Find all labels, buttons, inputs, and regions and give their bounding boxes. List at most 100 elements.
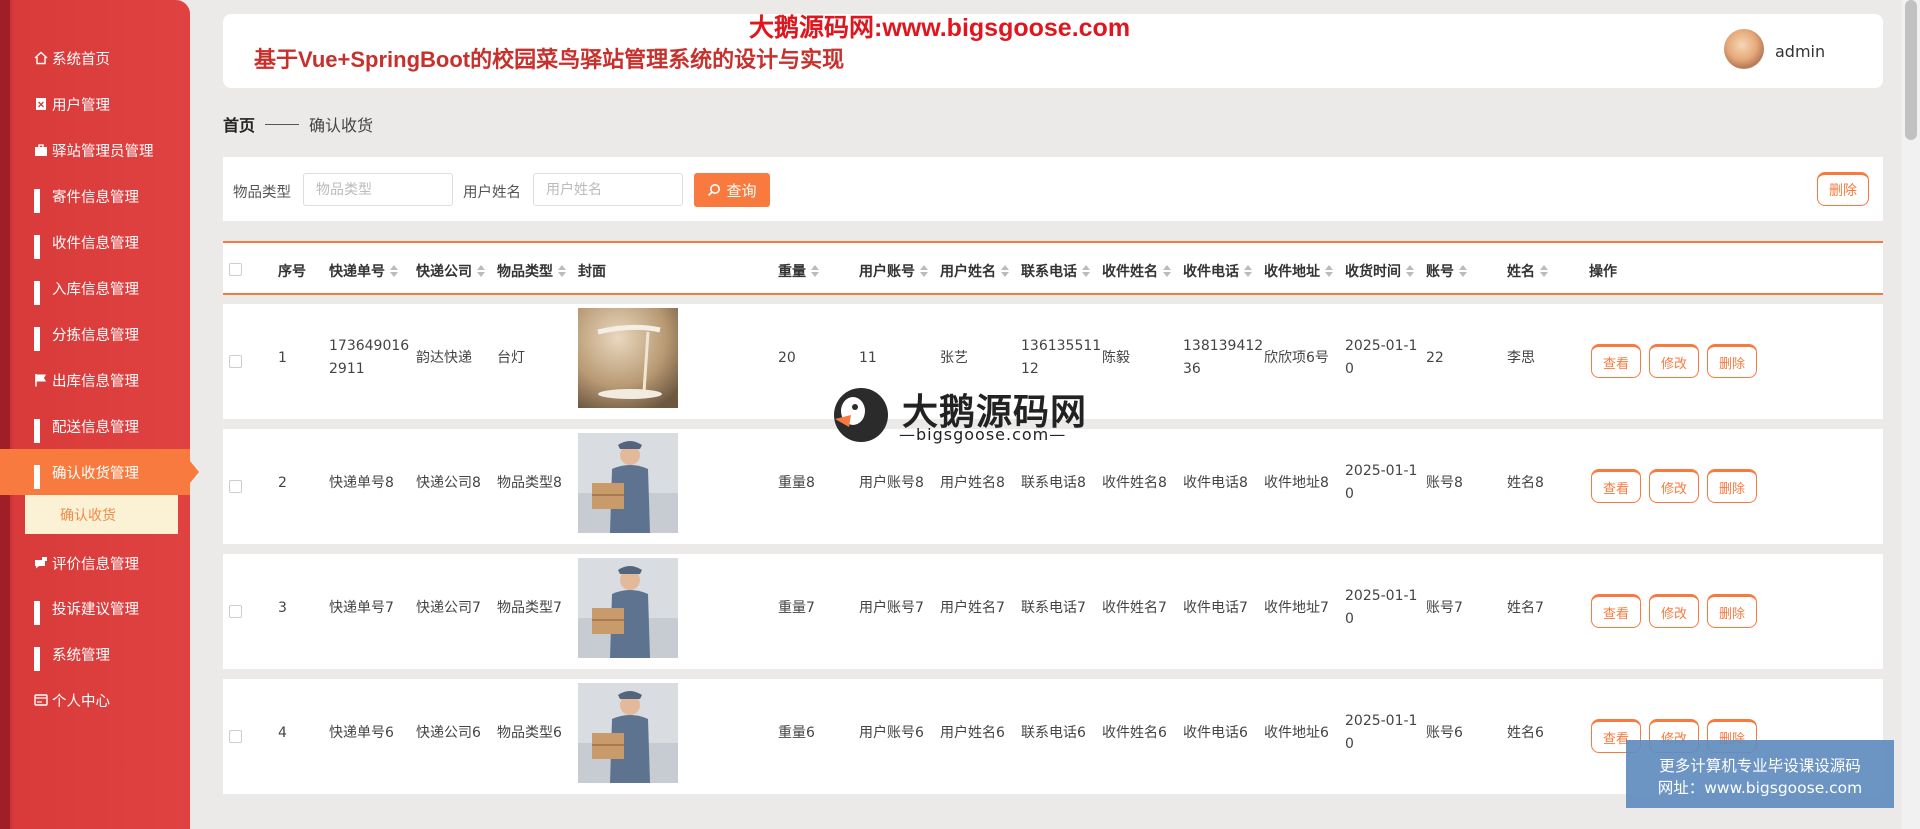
sort-icon[interactable] — [1325, 265, 1333, 277]
cell-time: 2025-01-1 0 — [1345, 585, 1417, 631]
admin-username[interactable]: admin — [1775, 42, 1825, 61]
sidebar-item-5[interactable]: 入库信息管理 — [34, 277, 139, 305]
sidebar-item-6[interactable]: 分拣信息管理 — [34, 323, 139, 351]
sidebar-item-1[interactable]: 用户管理 — [34, 93, 110, 115]
sidebar-item-7[interactable]: 出库信息管理 — [34, 369, 139, 391]
column-header-label: 物品类型 — [497, 264, 553, 280]
sidebar-item-12[interactable]: 系统管理 — [34, 643, 110, 671]
view-button[interactable]: 查看 — [1591, 344, 1641, 378]
sort-icon[interactable] — [1001, 265, 1009, 277]
cover-image-courier[interactable] — [578, 683, 678, 783]
cell-account-text: 用户账号6 — [859, 725, 924, 741]
sort-icon[interactable] — [811, 265, 819, 277]
column-header-8[interactable]: 联系电话 — [1021, 261, 1090, 281]
edit-button[interactable]: 修改 — [1649, 344, 1699, 378]
cover-image-lamp[interactable] — [578, 308, 678, 408]
column-header-5[interactable]: 重量 — [778, 261, 819, 281]
goose-logo-icon — [834, 388, 888, 442]
sidebar-item-11[interactable]: 投诉建议管理 — [34, 597, 139, 625]
grid-icon — [34, 235, 48, 259]
sort-icon[interactable] — [1459, 265, 1467, 277]
query-button[interactable]: 查询 — [694, 173, 770, 207]
page-scrollbar-thumb[interactable] — [1905, 0, 1917, 140]
column-header-7[interactable]: 用户姓名 — [940, 261, 1009, 281]
column-header-1[interactable]: 快递单号 — [329, 261, 398, 281]
cover-image-courier[interactable] — [578, 558, 678, 658]
delete-button[interactable]: 删除 — [1707, 469, 1757, 503]
sidebar-item-13[interactable]: 个人中心 — [34, 689, 110, 711]
sidebar-item-4[interactable]: 收件信息管理 — [34, 231, 139, 259]
delete-button[interactable]: 删除 — [1707, 594, 1757, 628]
grid-icon — [34, 327, 48, 351]
watermark-box-line1: 更多计算机专业毕设课设源码 — [1659, 757, 1861, 775]
sidebar-item-9[interactable]: 确认收货管理 — [34, 461, 139, 489]
search-bar: 物品类型 用户姓名 查询 删除 — [223, 157, 1883, 221]
sort-icon[interactable] — [1406, 265, 1414, 277]
cell-account-text: 用户账号8 — [859, 475, 924, 491]
cell-name-text: 用户姓名6 — [940, 725, 1005, 741]
sidebar-item-label: 系统管理 — [52, 647, 110, 664]
cell-time-text: 0 — [1345, 736, 1354, 752]
cell-rphone: 138139412 36 — [1183, 335, 1263, 381]
sidebar-item-3[interactable]: 寄件信息管理 — [34, 185, 139, 213]
sort-icon[interactable] — [1244, 265, 1252, 277]
cell-rname: 收件姓名7 — [1102, 597, 1167, 620]
column-header-label: 用户账号 — [859, 264, 915, 280]
item-type-input[interactable] — [303, 173, 453, 206]
sidebar-item-10[interactable]: 评价信息管理 — [34, 552, 139, 574]
delete-button[interactable]: 删除 — [1707, 344, 1757, 378]
sidebar-subitem-confirm-receipt[interactable]: 确认收货 — [25, 495, 178, 534]
cell-acct-text: 账号7 — [1426, 600, 1463, 616]
column-header-6[interactable]: 用户账号 — [859, 261, 928, 281]
sort-icon[interactable] — [1163, 265, 1171, 277]
watermark-top: 大鹅源码网:www.bigsgoose.com — [749, 14, 1131, 42]
column-header-2[interactable]: 快递公司 — [416, 261, 485, 281]
table-row[interactable]: 3 快递单号7 快递公司7 物品类型7 重量7 用户账号7 用户姓名7 联系电话7 收件姓名7 收… — [223, 554, 1883, 669]
cell-time-text: 2025-01-1 — [1345, 463, 1418, 479]
sort-icon[interactable] — [477, 265, 485, 277]
edit-button[interactable]: 修改 — [1649, 469, 1699, 503]
cell-weight-text: 重量7 — [778, 600, 815, 616]
breadcrumb-home[interactable]: 首页 — [223, 112, 255, 136]
column-header-0: 序号 — [278, 261, 306, 281]
row-checkbox[interactable] — [229, 355, 242, 368]
edit-button[interactable]: 修改 — [1649, 594, 1699, 628]
cell-rphone: 收件电话7 — [1183, 597, 1248, 620]
sort-icon[interactable] — [558, 265, 566, 277]
avatar[interactable] — [1724, 29, 1764, 69]
sort-icon[interactable] — [920, 265, 928, 277]
cell-type-text: 物品类型6 — [497, 725, 562, 741]
cell-account: 用户账号8 — [859, 472, 924, 495]
cell-phone-text: 12 — [1021, 361, 1039, 377]
user-name-input[interactable] — [533, 173, 683, 206]
cell-type-text: 物品类型8 — [497, 475, 562, 491]
cell-tracking-text: 快递单号6 — [329, 725, 394, 741]
column-header-11[interactable]: 收件地址 — [1264, 261, 1333, 281]
batch-delete-button[interactable]: 删除 — [1817, 172, 1869, 206]
sidebar-item-0[interactable]: 系统首页 — [34, 47, 110, 69]
view-button[interactable]: 查看 — [1591, 594, 1641, 628]
column-header-3[interactable]: 物品类型 — [497, 261, 566, 281]
sort-icon[interactable] — [1540, 265, 1548, 277]
select-all-checkbox[interactable] — [229, 263, 242, 276]
row-checkbox[interactable] — [229, 480, 242, 493]
column-header-13[interactable]: 账号 — [1426, 261, 1467, 281]
cell-phone-text: 联系电话7 — [1021, 600, 1086, 616]
row-checkbox[interactable] — [229, 605, 242, 618]
cell-acct: 22 — [1426, 347, 1444, 370]
courier-photo — [578, 683, 678, 783]
sort-icon[interactable] — [1082, 265, 1090, 277]
sidebar-item-8[interactable]: 配送信息管理 — [34, 415, 139, 443]
cell-tracking-text: 173649016 — [329, 338, 410, 354]
column-header-14[interactable]: 姓名 — [1507, 261, 1548, 281]
sidebar-item-2[interactable]: 驿站管理员管理 — [34, 139, 154, 161]
cover-image-courier[interactable] — [578, 433, 678, 533]
row-checkbox[interactable] — [229, 730, 242, 743]
column-header-10[interactable]: 收件电话 — [1183, 261, 1252, 281]
sort-icon[interactable] — [390, 265, 398, 277]
view-button[interactable]: 查看 — [1591, 469, 1641, 503]
column-header-9[interactable]: 收件姓名 — [1102, 261, 1171, 281]
grid-icon — [34, 601, 48, 625]
site-title: 基于Vue+SpringBoot的校园菜鸟驿站管理系统的设计与实现 — [254, 47, 845, 72]
column-header-12[interactable]: 收货时间 — [1345, 261, 1414, 281]
